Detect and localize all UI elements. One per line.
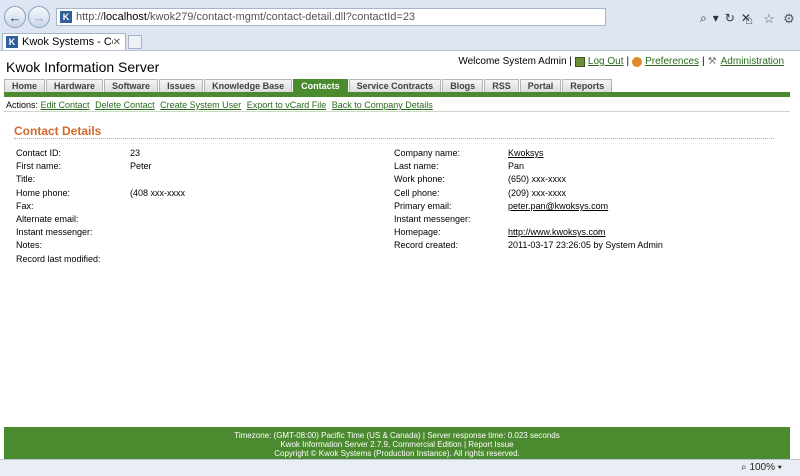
right-field-label: Primary email: — [394, 200, 452, 211]
left-field-value: Peter — [130, 161, 152, 172]
external-link-icon: ↗ — [595, 227, 603, 238]
nav-tab-software[interactable]: Software — [104, 79, 159, 92]
left-field-label: Title: — [16, 174, 36, 185]
wrench-icon: ⚒ — [707, 55, 717, 67]
forward-button[interactable]: → — [28, 6, 50, 28]
left-field-value: 23 — [130, 148, 141, 158]
create-system-user-link[interactable]: Create System User — [160, 100, 241, 110]
browser-tab-row: K Kwok Systems - Contact D... ✕ — [0, 31, 800, 50]
preferences-icon — [632, 56, 643, 67]
site-header: Kwok Information Server Welcome System A… — [0, 51, 800, 79]
browser-tab-active[interactable]: K Kwok Systems - Contact D... ✕ — [2, 33, 126, 50]
right-field-value: (650) xxx-xxxx — [508, 174, 567, 185]
address-bar[interactable]: K http://localhost/kwok279/contact-mgmt/… — [56, 8, 606, 26]
right-field-label: Company name: — [394, 148, 461, 158]
nav-tab-reports[interactable]: Reports — [562, 79, 613, 92]
zoom-dropdown-icon: ▾ — [777, 462, 782, 473]
nav-tab-portal[interactable]: Portal — [519, 79, 562, 92]
page-content: Kwok Information Server Welcome System A… — [0, 51, 800, 459]
section-title: Contact Details — [14, 124, 102, 138]
zoom-level[interactable]: ⌕ 100% ▾ — [741, 462, 782, 473]
dropdown-icon[interactable]: ▾ — [713, 11, 719, 25]
back-to-company-link[interactable]: Back to Company Details — [332, 100, 433, 110]
right-field-value[interactable]: http://www.kwoksys.com — [508, 227, 606, 237]
favorites-star-icon[interactable]: ☆ — [762, 11, 776, 26]
right-field-label: Cell phone: — [394, 187, 440, 198]
site-favicon-icon: K — [60, 11, 72, 23]
section-divider — [14, 138, 774, 139]
welcome-text: Welcome System Admin | — [458, 56, 572, 67]
actions-divider — [4, 111, 790, 112]
administration-link[interactable]: Administration — [721, 56, 784, 67]
site-title: Kwok Information Server — [6, 59, 160, 75]
nav-tab-rss[interactable]: RSS — [484, 79, 519, 92]
left-field-label: Contact ID: — [16, 148, 62, 158]
tab-favicon-icon: K — [6, 36, 18, 48]
zoom-magnifier-icon: ⌕ — [741, 462, 747, 473]
separator: | — [626, 56, 630, 67]
main-nav-tabs: Home Hardware Software Issues Knowledge Base… — [4, 79, 613, 92]
right-field-label: Record created: — [394, 240, 459, 251]
logout-link[interactable]: Log Out — [588, 56, 624, 67]
forward-arrow-icon: → — [32, 9, 46, 25]
left-field-value: (408 xxx-xxxx — [130, 187, 186, 198]
left-field-label: Notes: — [16, 240, 43, 251]
right-field-label: Work phone: — [394, 174, 445, 185]
browser-chrome: ← → K http://localhost/kwok279/contact-m… — [0, 0, 800, 51]
zoom-value: 100% — [749, 462, 776, 473]
left-field-label: Home phone: — [16, 187, 71, 198]
export-vcard-link[interactable]: Export to vCard File — [247, 100, 327, 110]
refresh-icon[interactable]: ↻ — [725, 11, 735, 25]
left-field-label: Record last modified: — [16, 253, 101, 264]
left-field-label: First name: — [16, 161, 62, 172]
right-field-label: Homepage: — [394, 227, 441, 238]
nav-tab-knowledge-base[interactable]: Knowledge Base — [204, 79, 293, 92]
nav-tab-contacts[interactable]: Contacts — [293, 79, 348, 92]
nav-bar-underline — [4, 92, 790, 97]
home-icon[interactable]: ⌂ — [742, 12, 756, 27]
new-tab-button[interactable] — [128, 35, 142, 49]
left-field-label: Instant messenger: — [16, 227, 93, 238]
back-arrow-icon: ← — [8, 9, 22, 25]
actions-bar: Actions: Edit Contact Delete Contact Cre… — [6, 100, 436, 110]
right-field-label: Last name: — [394, 161, 439, 172]
separator: | — [702, 56, 705, 67]
close-tab-icon[interactable]: ✕ — [113, 37, 121, 48]
browser-tab-label: Kwok Systems - Contact D... — [22, 36, 113, 48]
preferences-link[interactable]: Preferences — [645, 56, 699, 67]
search-icon[interactable]: ⌕ — [700, 11, 707, 25]
browser-toolbar-icons: ⌂ ☆ ⚙ — [742, 11, 796, 27]
logout-icon — [574, 56, 585, 67]
right-field-value[interactable]: peter.pan@kwoksys.com — [508, 201, 608, 211]
right-field-value: (209) xxx-xxxx — [508, 187, 567, 198]
right-field-value: Pan — [508, 161, 525, 172]
address-url: http://localhost/kwok279/contact-mgmt/co… — [76, 11, 416, 23]
footer-line-1: Timezone: (GMT-08:00) Pacific Time (US &… — [234, 431, 560, 440]
right-field-value: 2011-03-17 23:26:05 by System Admin — [508, 240, 663, 251]
right-field-label: Instant messenger: — [394, 214, 471, 224]
actions-label: Actions: — [6, 100, 39, 110]
nav-tab-blogs[interactable]: Blogs — [442, 79, 484, 92]
nav-tab-hardware[interactable]: Hardware — [46, 79, 104, 92]
nav-tab-service-contracts[interactable]: Service Contracts — [348, 79, 442, 92]
tools-gear-icon[interactable]: ⚙ — [782, 11, 796, 26]
nav-tab-home[interactable]: Home — [4, 79, 46, 92]
edit-contact-link[interactable]: Edit Contact — [41, 100, 90, 110]
nav-tab-issues[interactable]: Issues — [159, 79, 204, 92]
left-field-label: Fax: — [16, 200, 34, 211]
back-button[interactable]: ← — [4, 6, 26, 28]
right-field-value[interactable]: Kwoksys — [508, 148, 544, 158]
site-footer: Timezone: (GMT-08:00) Pacific Time (US &… — [4, 427, 790, 459]
left-field-label: Alternate email: — [16, 214, 79, 224]
browser-status-bar: ⌕ 100% ▾ — [0, 459, 800, 476]
footer-line-3: Copyright © Kwok Systems (Production Ins… — [274, 449, 520, 458]
footer-line-2: Kwok Information Server 2.7.9, Commercia… — [280, 440, 514, 449]
delete-contact-link[interactable]: Delete Contact — [95, 100, 155, 110]
user-links: Welcome System Admin | Log Out | Prefere… — [458, 56, 784, 67]
